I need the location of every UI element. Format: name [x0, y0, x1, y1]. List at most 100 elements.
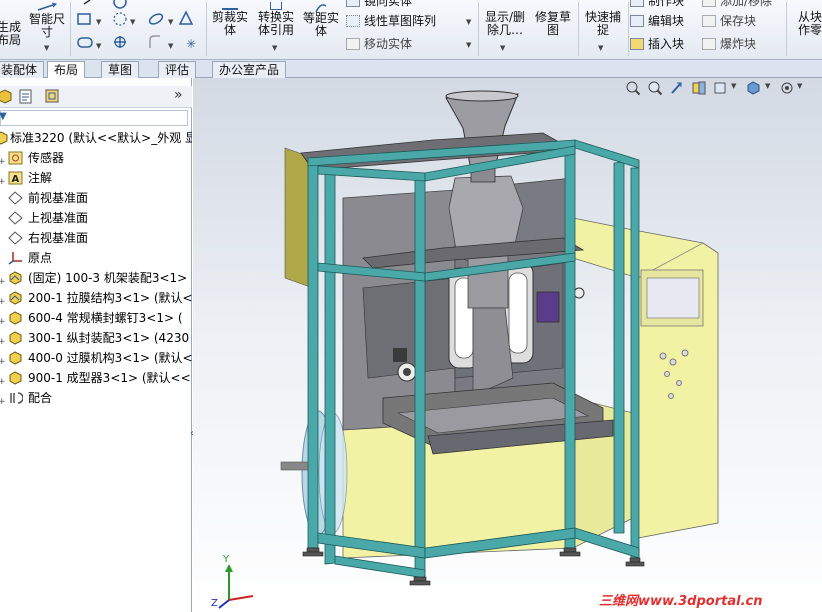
tree-root-assembly[interactable]: 标准3220 (默认<<默认>_外观 显 — [0, 128, 192, 148]
svg-text:▼: ▼ — [168, 42, 174, 50]
tree-item-top-plane[interactable]: 上视基准面 — [0, 208, 192, 228]
smart-dimension-icon — [37, 2, 57, 11]
mirror-label: 镜向实体 — [364, 0, 413, 8]
expand-icon[interactable]: + — [0, 312, 6, 328]
tab-assembly[interactable]: 装配体 — [0, 61, 45, 78]
expand-icon[interactable]: + — [0, 392, 6, 408]
tree-item-horizontal-seal[interactable]: + 600-4 常规横封螺钉3<1> ( — [0, 308, 192, 328]
tree-item-frame-assembly[interactable]: + (固定) 100-3 机架装配3<1> — [0, 268, 192, 288]
configuration-manager-tab-icon[interactable] — [44, 88, 62, 106]
subassembly-icon — [9, 271, 22, 285]
property-manager-tab-icon[interactable] — [18, 88, 36, 106]
display-delete-dropdown-icon[interactable]: ▼ — [500, 44, 505, 52]
make-block-button[interactable]: 制作块 — [630, 0, 684, 8]
command-ribbon: 生成 布局 智能尺 寸 ▼ ▼ ▼ ▼ ▼ ▼ ✳ 剪裁实 体 转换实 体引用 … — [0, 0, 822, 60]
expand-panel-chevron-icon[interactable]: » — [174, 87, 183, 103]
convert-icon — [270, 2, 282, 10]
add-remove-icon — [702, 0, 716, 7]
tree-item-vertical-seal[interactable]: + 300-1 纵封装配3<1> (4230 — [0, 328, 192, 348]
linear-pattern-button[interactable]: 线性草图阵列 — [346, 14, 436, 28]
expand-icon[interactable]: + — [0, 172, 6, 188]
feature-filter-input[interactable]: ▼ — [0, 110, 188, 126]
tree-item-film-pull[interactable]: + 200-1 拉膜结构3<1> (默认< — [0, 288, 192, 308]
offset-icon — [315, 4, 327, 13]
trim-entities-button[interactable]: 剪裁实 体 — [208, 2, 252, 37]
repair-sketch-button[interactable]: 修复草 图 — [530, 2, 576, 37]
expand-icon[interactable]: + — [0, 272, 6, 288]
svg-text:▼: ▼ — [96, 18, 102, 26]
insert-block-button[interactable]: 插入块 — [630, 37, 684, 51]
make-part-from-block-button[interactable]: 从块 作零 — [790, 2, 822, 37]
axis-y-label: Y — [222, 554, 230, 565]
display-delete-label: 显示/删 除几… — [484, 10, 526, 37]
tree-item-label: 300-1 纵封装配3<1> (4230 — [28, 331, 190, 345]
convert-dropdown-icon[interactable]: ▼ — [272, 44, 277, 52]
move-dropdown-icon[interactable]: ▼ — [466, 41, 471, 49]
quick-snap-dropdown-icon[interactable]: ▼ — [598, 44, 603, 52]
expand-icon[interactable]: + — [0, 372, 6, 388]
tree-item-origin[interactable]: 原点 — [0, 248, 192, 268]
tab-office-products[interactable]: 办公室产品 — [212, 61, 287, 78]
part-from-block-icon — [805, 2, 815, 10]
tree-item-label: 传感器 — [28, 151, 65, 165]
convert-entities-button[interactable]: 转换实 体引用 — [254, 2, 298, 37]
tree-item-label: 400-0 过膜机构3<1> (默认< — [28, 351, 192, 365]
tree-item-film-feed[interactable]: + 400-0 过膜机构3<1> (默认< — [0, 348, 192, 368]
move-label: 移动实体 — [364, 37, 413, 51]
trim-label: 剪裁实 体 — [211, 10, 248, 37]
explode-block-button[interactable]: 爆炸块 — [702, 37, 756, 51]
svg-text:✳: ✳ — [186, 37, 196, 51]
quick-snap-icon — [598, 2, 608, 10]
graphics-area[interactable]: ▼ ▼ ▼ Y Z 三维网www.3dportal.cn — [193, 78, 822, 612]
subassembly-icon — [9, 331, 22, 345]
insert-block-label: 插入块 — [648, 37, 685, 51]
edit-block-icon — [630, 15, 644, 27]
tab-sketch[interactable]: 草图 — [101, 61, 140, 78]
mirror-icon — [346, 0, 360, 7]
tree-item-label: 配合 — [28, 391, 53, 405]
mirror-entities-button[interactable]: 镜向实体 — [346, 0, 412, 8]
tree-item-former[interactable]: + 900-1 成型器3<1> (默认<< — [0, 368, 192, 388]
generate-layout-button[interactable]: 生成 布局 — [0, 4, 24, 47]
plane-icon — [8, 211, 23, 225]
coordinate-triad-icon — [218, 564, 254, 609]
expand-icon[interactable]: + — [0, 292, 6, 308]
tree-item-front-plane[interactable]: 前视基准面 — [0, 188, 192, 208]
axis-z-label: Z — [211, 598, 218, 609]
tree-item-right-plane[interactable]: 右视基准面 — [0, 228, 192, 248]
tree-item-annotations[interactable]: + A 注解 — [0, 168, 192, 188]
make-block-icon — [630, 0, 644, 7]
expand-icon[interactable]: + — [0, 152, 6, 168]
tree-item-label: 注解 — [28, 171, 53, 185]
tab-evaluate[interactable]: 评估 — [158, 61, 197, 78]
tree-item-mates[interactable]: + 配合 — [0, 388, 192, 408]
tree-item-label: (固定) 100-3 机架装配3<1> — [28, 271, 188, 285]
move-entities-button[interactable]: 移动实体 — [346, 37, 412, 51]
add-remove-block-button[interactable]: 添加/移除 — [702, 0, 772, 8]
offset-entities-button[interactable]: 等距实 体 — [300, 12, 342, 38]
sketch-tools-icons[interactable]: ▼ ▼ ▼ ▼ ▼ ✳ — [74, 0, 204, 58]
quick-snaps-button[interactable]: 快速捕 捉 — [580, 2, 626, 37]
tree-item-label: 900-1 成型器3<1> (默认<< — [28, 371, 191, 385]
filter-icon: ▼ — [0, 111, 7, 122]
from-block-label: 从块 作零 — [797, 10, 822, 37]
display-delete-relations-button[interactable]: 显示/删 除几… — [482, 2, 528, 37]
save-block-button[interactable]: 保存块 — [702, 14, 756, 28]
repair-sketch-icon — [548, 2, 558, 10]
expand-icon[interactable]: + — [0, 352, 6, 368]
edit-block-label: 编辑块 — [648, 14, 685, 28]
smart-dimension-button[interactable]: 智能尺 寸 — [26, 2, 68, 39]
command-manager-tabs: 装配体 布局 草图 评估 办公室产品 — [0, 60, 822, 79]
convert-label: 转换实 体引用 — [257, 10, 294, 37]
tree-item-label: 前视基准面 — [28, 191, 89, 205]
subassembly-icon — [9, 351, 22, 365]
linear-pattern-dropdown-icon[interactable]: ▼ — [466, 18, 471, 26]
smart-dimension-dropdown-icon[interactable]: ▼ — [44, 44, 49, 52]
edit-block-button[interactable]: 编辑块 — [630, 14, 684, 28]
ribbon-separator — [628, 2, 629, 56]
expand-icon[interactable]: + — [0, 332, 6, 348]
tab-layout[interactable]: 布局 — [47, 61, 86, 79]
packaging-machine-model[interactable]: Y Z — [193, 78, 822, 612]
feature-tree-tab-icon[interactable] — [0, 88, 14, 106]
tree-item-sensors[interactable]: + 传感器 — [0, 148, 192, 168]
